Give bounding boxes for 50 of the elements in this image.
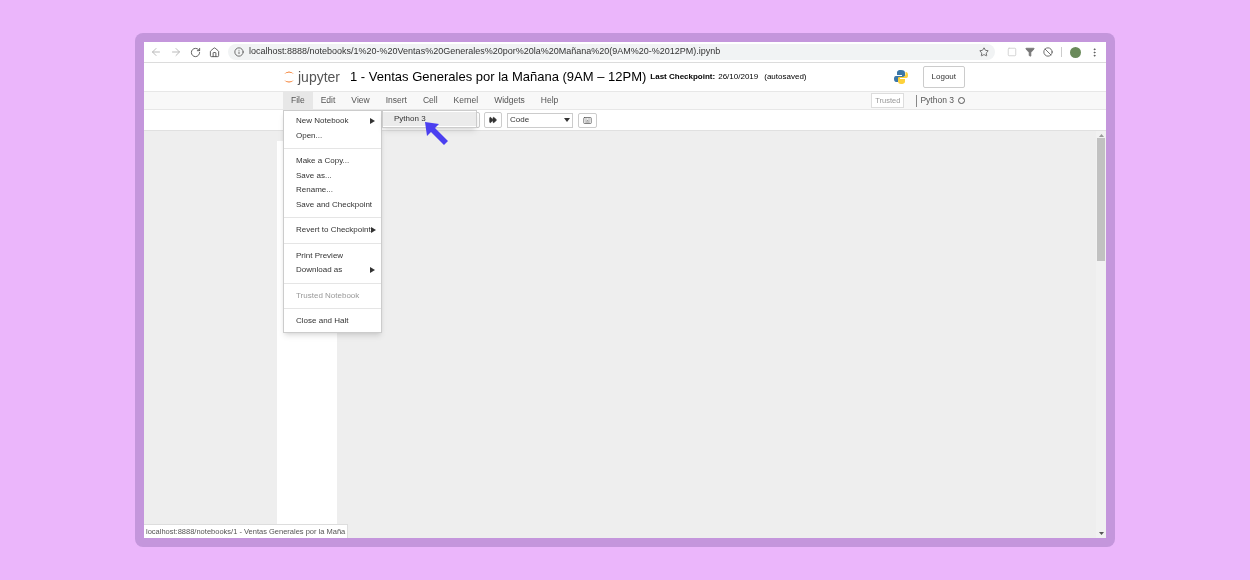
submenu-caret-icon xyxy=(370,267,375,274)
menu-option[interactable]: New Notebook xyxy=(284,114,381,129)
menu-option[interactable]: Save as... xyxy=(284,168,381,183)
fast-forward-icon xyxy=(489,116,497,124)
keyboard-icon xyxy=(583,115,592,125)
scrollbar-thumb[interactable] xyxy=(1097,138,1105,261)
checkpoint-label: Last Checkpoint: xyxy=(650,71,716,83)
menu-option[interactable]: Make a Copy... xyxy=(284,154,381,169)
menu-item[interactable]: View xyxy=(343,92,378,109)
autosave-status: (autosaved) xyxy=(764,71,807,83)
star-icon[interactable] xyxy=(979,47,989,57)
menu-option[interactable]: Close and Halt xyxy=(284,314,381,329)
kernel-name: Python 3 xyxy=(920,94,954,107)
logout-button[interactable]: Logout xyxy=(922,66,965,88)
menu-item[interactable]: File xyxy=(283,92,313,109)
dropdown-caret-icon xyxy=(564,118,570,122)
menu-option[interactable]: Rename... xyxy=(284,183,381,198)
menu-item[interactable]: Edit xyxy=(312,92,344,109)
info-icon[interactable] xyxy=(234,47,244,57)
submenu-caret-icon xyxy=(370,227,376,234)
pointer-arrow-icon xyxy=(425,122,449,146)
menu-item[interactable]: Kernel xyxy=(445,92,487,109)
scrollbar[interactable] xyxy=(1096,131,1106,538)
cell-type-select[interactable]: Code xyxy=(507,112,573,128)
run-all-button[interactable] xyxy=(484,112,502,128)
menu-option[interactable]: Save and Checkpoint xyxy=(284,197,381,212)
menu-item[interactable]: Insert xyxy=(377,92,415,109)
menu-option[interactable]: Print Preview xyxy=(284,248,381,263)
menu-item[interactable]: Widgets xyxy=(486,92,533,109)
checkpoint-date: 26/10/2019 xyxy=(718,71,759,83)
filter-icon[interactable] xyxy=(1025,47,1035,57)
menu-option[interactable]: Open... xyxy=(284,128,381,143)
reload-icon[interactable] xyxy=(190,46,201,58)
url-text: localhost:8888/notebooks/1%20-%20Ventas%20Generales%20por%20la%20Mañana%20(9AM%20-%2012PM).ipynb xyxy=(249,45,722,59)
avatar-icon[interactable] xyxy=(1070,46,1081,58)
address-bar[interactable]: localhost:8888/notebooks/1%20-%20Ventas%20Generales%20por%20la%20Mañana%20(9AM%20-%2012PM).ipynb xyxy=(228,44,995,60)
menu-item[interactable]: Help xyxy=(532,92,567,109)
logo-icon xyxy=(283,69,295,85)
logo-text: jupyter xyxy=(298,67,341,87)
submenu-option[interactable]: Python 3 xyxy=(383,112,476,126)
home-icon[interactable] xyxy=(209,46,220,58)
notebook-title[interactable]: 1 - Ventas Generales por la Mañana (9AM – 12PM) xyxy=(350,67,647,87)
scroll-down-icon[interactable] xyxy=(1098,532,1104,535)
menu-item[interactable]: Cell xyxy=(414,92,446,109)
menu-option[interactable]: Revert to Checkpoint xyxy=(284,223,381,238)
menu-option[interactable]: Download as xyxy=(284,263,381,278)
python-logo-icon xyxy=(892,69,909,85)
keyboard-button[interactable] xyxy=(578,112,597,128)
blocked-icon[interactable] xyxy=(1043,47,1053,57)
submenu-caret-icon xyxy=(370,118,375,125)
